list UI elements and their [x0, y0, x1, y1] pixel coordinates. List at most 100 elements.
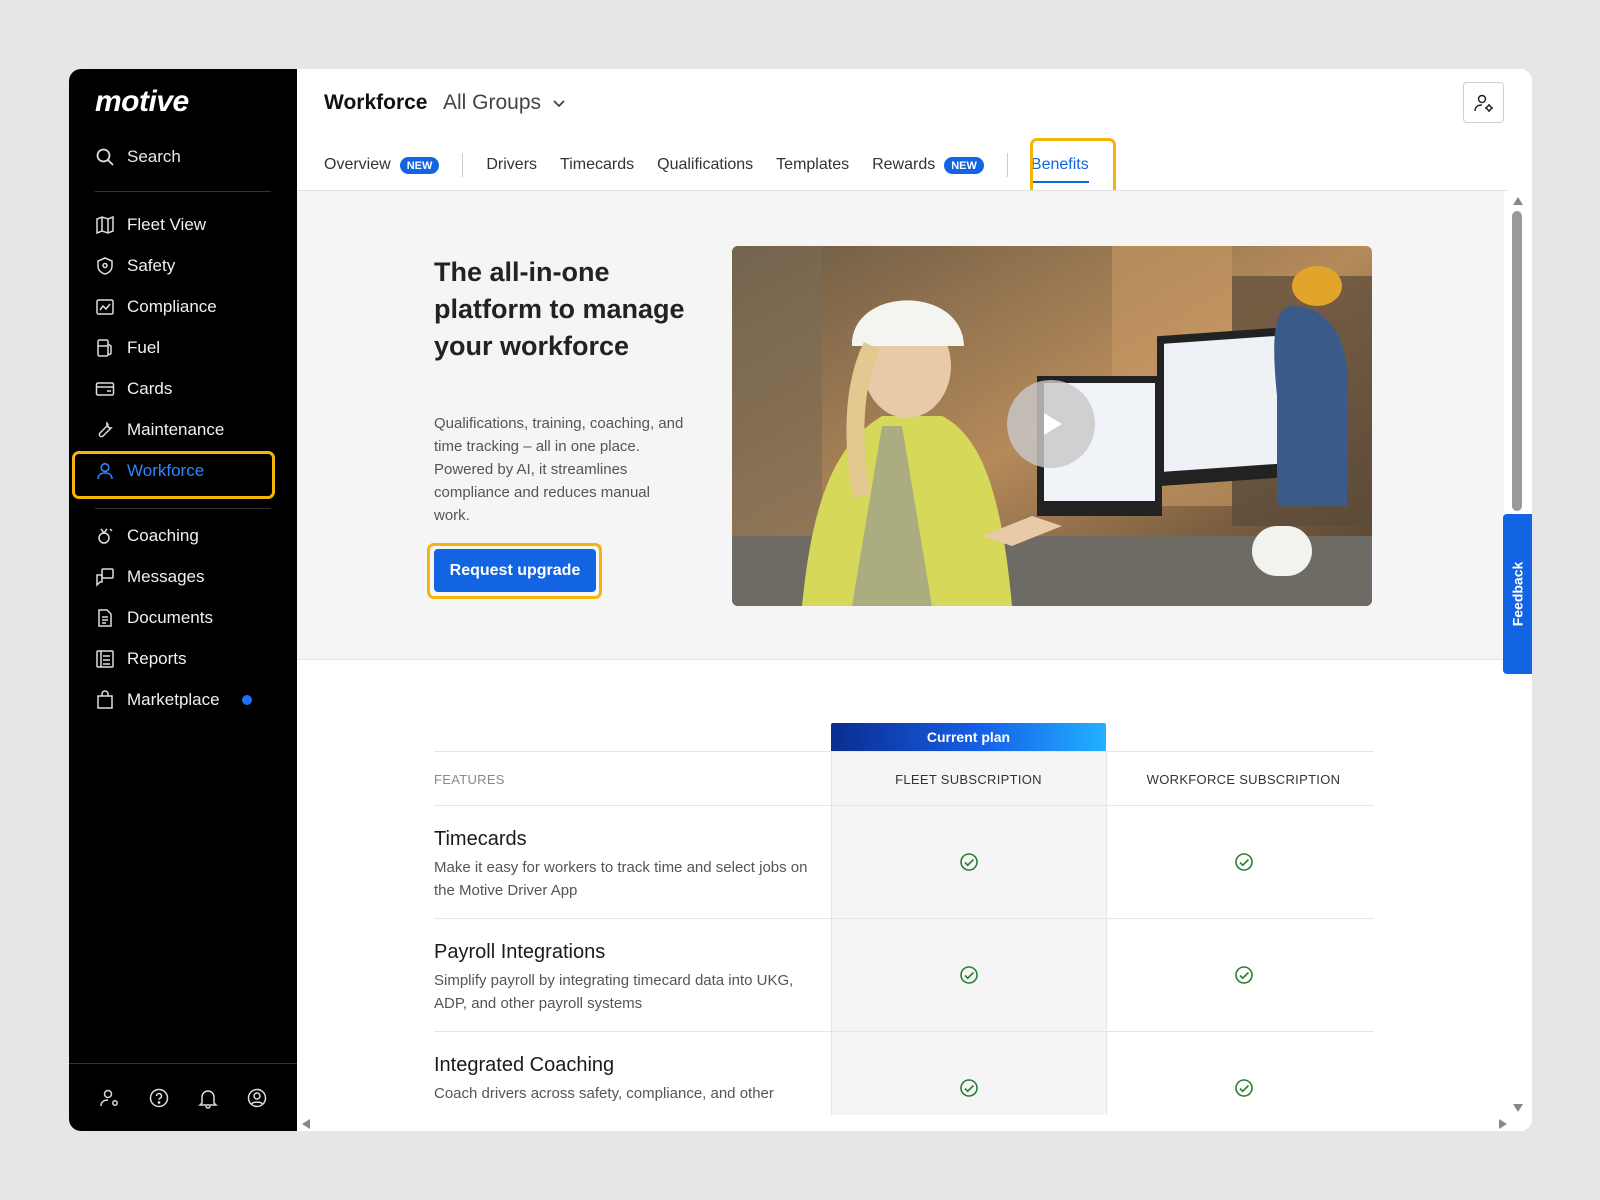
feature-title: Payroll Integrations: [434, 941, 606, 963]
tab-timecards[interactable]: Timecards: [560, 156, 634, 174]
sidebar-item-label: Compliance: [127, 296, 217, 316]
tab-separator: [462, 153, 464, 177]
group-select-value: All Groups: [443, 91, 542, 114]
tab-label: Overview: [324, 156, 391, 173]
page-header: Workforce All Groups Overview NEW Driver…: [297, 69, 1532, 196]
sidebar-item-label: Maintenance: [127, 419, 225, 439]
sidebar-item-label: Coaching: [127, 525, 199, 545]
feature-description: Make it easy for workers to track time a…: [434, 859, 808, 899]
group-select[interactable]: All Groups: [443, 91, 567, 115]
sidebar-item-fuel[interactable]: Fuel: [69, 327, 297, 368]
user-gear-icon: [1473, 94, 1493, 112]
chevron-down-icon: [553, 100, 565, 108]
coaching-icon: [98, 527, 113, 544]
sidebar-item-label: Safety: [127, 255, 176, 275]
shield-icon: [97, 256, 113, 275]
feature-description: Coach drivers across safety, compliance,…: [434, 1085, 774, 1102]
sidebar-item-label: Messages: [127, 566, 205, 586]
tab-overview[interactable]: Overview NEW: [324, 156, 440, 174]
request-upgrade-button[interactable]: Request upgrade: [434, 549, 596, 592]
sidebar-item-label: Fuel: [127, 337, 161, 357]
sidebar-item-cards[interactable]: Cards: [69, 368, 297, 409]
tab-label: Templates: [776, 156, 850, 173]
marketplace-icon: [97, 689, 113, 709]
hero-section: The all-in-one platform to manage your w…: [297, 191, 1504, 660]
document-icon: [98, 608, 112, 627]
sidebar-item-marketplace[interactable]: Marketplace: [69, 679, 297, 720]
wrench-icon: [98, 420, 113, 437]
card-icon: [95, 381, 115, 396]
sidebar-item-maintenance[interactable]: Maintenance: [69, 409, 297, 450]
messages-icon: [96, 567, 114, 587]
scroll-right-icon[interactable]: [1498, 1118, 1508, 1130]
promo-video[interactable]: [732, 246, 1372, 606]
table-row: Timecards Make it easy for workers to tr…: [434, 806, 1374, 919]
sidebar-search[interactable]: Search: [95, 147, 181, 167]
sidebar-item-reports[interactable]: Reports: [69, 638, 297, 679]
tab-label: Qualifications: [657, 156, 754, 173]
check-circle-icon: [1235, 1079, 1253, 1097]
sidebar-item-coaching[interactable]: Coaching: [69, 515, 297, 556]
tab-qualifications[interactable]: Qualifications: [657, 156, 753, 174]
user-settings-icon[interactable]: [99, 1087, 121, 1109]
sidebar-item-documents[interactable]: Documents: [69, 597, 297, 638]
column-header-features: FEATURES: [434, 772, 505, 787]
sidebar-item-compliance[interactable]: Compliance: [69, 286, 297, 327]
highlight-box: [72, 451, 275, 499]
sidebar-item-safety[interactable]: Safety: [69, 245, 297, 286]
sidebar-item-label: Cards: [127, 378, 173, 398]
scroll-up-icon[interactable]: [1512, 196, 1524, 206]
map-icon: [96, 215, 114, 234]
hero-description: Qualifications, training, coaching, and …: [434, 415, 684, 524]
sidebar-item-workforce[interactable]: Workforce: [69, 450, 297, 499]
notification-dot: [241, 694, 252, 705]
sidebar-item-label: Fleet View: [127, 214, 207, 234]
main-area: Workforce All Groups Overview NEW Driver…: [297, 69, 1532, 1131]
sidebar-item-messages[interactable]: Messages: [69, 556, 297, 597]
tab-rewards[interactable]: Rewards NEW: [872, 156, 984, 174]
user-settings-button[interactable]: [1463, 82, 1504, 123]
column-header-fleet: FLEET SUBSCRIPTION: [895, 772, 1042, 787]
horizontal-scrollbar[interactable]: [297, 1115, 1532, 1131]
page-title: Workforce: [324, 91, 428, 114]
tab-templates[interactable]: Templates: [776, 156, 849, 174]
sidebar: motive Search Fleet View Safety Complian…: [69, 69, 297, 1131]
table-row: Payroll Integrations Simplify payroll by…: [434, 919, 1374, 1032]
check-circle-icon: [960, 1079, 978, 1097]
motive-logo[interactable]: motive: [95, 85, 189, 119]
scroll-left-icon[interactable]: [301, 1118, 311, 1130]
account-icon[interactable]: [246, 1087, 268, 1109]
benefits-content: The all-in-one platform to manage your w…: [297, 191, 1504, 1115]
current-plan-badge: Current plan: [831, 723, 1106, 751]
sidebar-item-fleet-view[interactable]: Fleet View: [69, 204, 297, 245]
sidebar-search-label: Search: [127, 147, 181, 166]
new-badge: NEW: [944, 156, 984, 174]
sidebar-divider: [95, 191, 271, 192]
tab-drivers[interactable]: Drivers: [486, 156, 537, 174]
feature-description: Simplify payroll by integrating timecard…: [434, 972, 794, 1012]
sidebar-item-label: Marketplace: [127, 689, 220, 709]
feedback-tab[interactable]: Feedback: [1503, 514, 1532, 674]
play-icon: [1044, 413, 1062, 435]
feedback-label: Feedback: [1509, 561, 1526, 627]
tab-separator: [1006, 153, 1008, 177]
check-circle-icon: [1235, 966, 1253, 984]
sidebar-secondary-nav: Coaching Messages Documents Reports Mark…: [69, 515, 297, 720]
sidebar-item-label: Documents: [127, 607, 213, 627]
scrollbar-thumb[interactable]: [1512, 211, 1522, 511]
scroll-down-icon[interactable]: [1512, 1103, 1524, 1113]
check-circle-icon: [1235, 853, 1253, 871]
feature-title: Integrated Coaching: [434, 1054, 615, 1076]
bell-icon[interactable]: [197, 1087, 219, 1109]
search-icon: [96, 148, 114, 166]
table-header: FEATURES FLEET SUBSCRIPTION WORKFORCE SU…: [434, 751, 1374, 806]
new-badge: NEW: [399, 156, 440, 174]
tab-label: Rewards: [872, 156, 936, 173]
help-icon[interactable]: [148, 1087, 170, 1109]
sidebar-divider: [95, 508, 271, 509]
fuel-icon: [97, 338, 112, 357]
table-row: Integrated Coaching Coach drivers across…: [434, 1032, 1374, 1115]
tab-label: Drivers: [486, 156, 538, 173]
play-button[interactable]: [1007, 380, 1095, 468]
tab-label: Timecards: [560, 156, 635, 173]
